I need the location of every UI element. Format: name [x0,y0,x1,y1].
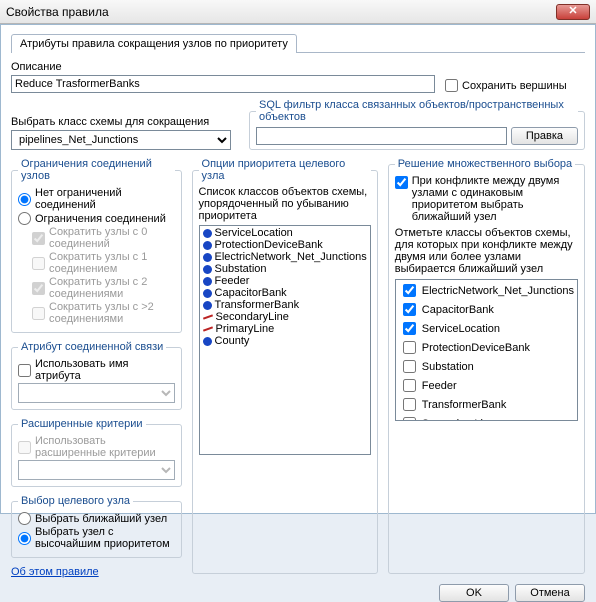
priority-item[interactable]: PrimaryLine [201,323,369,335]
priority-item[interactable]: ElectricNetwork_Net_Junctions [201,251,369,263]
priority-item[interactable]: SecondaryLine [201,311,369,323]
priority-item[interactable]: CapacitorBank [201,287,369,299]
check-gt2conn: Сократить узлы с >2 соединениями [32,301,175,325]
priority-item[interactable]: ServiceLocation [201,227,369,239]
priority-item[interactable]: Feeder [201,275,369,287]
radio-priority[interactable]: Выбрать узел с высочайшим приоритетом [18,526,175,550]
multichoice-legend: Решение множественного выбора [395,158,575,170]
node-icon [203,301,212,310]
node-icon [203,337,212,346]
ext-combo [18,460,175,480]
link-attr-legend: Атрибут соединенной связи [18,341,166,353]
window-title: Свойства правила [6,5,109,19]
conflict-nearest-check[interactable]: При конфликте между двумя узлами с одина… [395,175,578,223]
multichoice-item[interactable]: Feeder [397,376,576,395]
node-icon [203,277,212,286]
use-ext-check: Использовать расширенные критерии [18,435,175,459]
multichoice-item[interactable]: ElectricNetwork_Net_Junctions [397,281,576,300]
radio-limits[interactable]: Ограничения соединений [18,212,175,225]
multichoice-list[interactable]: ElectricNetwork_Net_JunctionsCapacitorBa… [395,279,578,421]
keep-vertices-check[interactable]: Сохранить вершины [445,79,567,92]
multichoice-item[interactable]: Substation [397,357,576,376]
about-rule-link[interactable]: Об этом правиле [11,566,182,578]
radio-no-limits[interactable]: Нет ограничений соединений [18,187,175,211]
sql-edit-button[interactable]: Правка [511,127,578,145]
attr-combo [18,383,175,403]
schema-class-combo[interactable]: pipelines_Net_Junctions [11,130,231,150]
line-icon [202,326,212,331]
multichoice-item[interactable]: SecondaryLine [397,414,576,421]
priority-item[interactable]: County [201,335,369,347]
line-icon [202,314,212,319]
close-button[interactable]: ✕ [556,4,590,20]
sql-filter-legend: SQL фильтр класса связанных объектов/про… [256,99,578,123]
use-attr-check[interactable]: Использовать имя атрибута [18,358,175,382]
priority-item[interactable]: ProtectionDeviceBank [201,239,369,251]
node-icon [203,229,212,238]
priority-desc: Список классов объектов схемы, упорядоче… [199,186,371,222]
priority-legend: Опции приоритета целевого узла [199,158,371,182]
node-icon [203,265,212,274]
multichoice-item[interactable]: ServiceLocation [397,319,576,338]
multichoice-item[interactable]: ProtectionDeviceBank [397,338,576,357]
close-icon: ✕ [568,6,577,17]
priority-item[interactable]: TransformerBank [201,299,369,311]
check-2conn: Сократить узлы с 2 соединениями [32,276,175,300]
schema-class-label: Выбрать класс схемы для сокращения [11,116,231,128]
priority-list[interactable]: ServiceLocationProtectionDeviceBankElect… [199,225,371,455]
tab-attributes[interactable]: Атрибуты правила сокращения узлов по при… [11,34,297,53]
check-0conn: Сократить узлы с 0 соединений [32,226,175,250]
node-limits-legend: Ограничения соединений узлов [18,158,175,182]
description-label: Описание [11,61,435,73]
check-1conn: Сократить узлы с 1 соединением [32,251,175,275]
priority-item[interactable]: Substation [201,263,369,275]
node-icon [203,289,212,298]
node-icon [203,241,212,250]
node-icon [203,253,212,262]
target-select-legend: Выбор целевого узла [18,495,133,507]
ok-button[interactable]: OK [439,584,509,602]
sql-filter-input[interactable] [256,127,507,145]
description-input[interactable] [11,75,435,93]
cancel-button[interactable]: Отмена [515,584,585,602]
ext-criteria-legend: Расширенные критерии [18,418,146,430]
multichoice-desc: Отметьте классы объектов схемы, для кото… [395,227,578,275]
keep-vertices-label: Сохранить вершины [462,80,567,92]
multichoice-item[interactable]: TransformerBank [397,395,576,414]
multichoice-item[interactable]: CapacitorBank [397,300,576,319]
